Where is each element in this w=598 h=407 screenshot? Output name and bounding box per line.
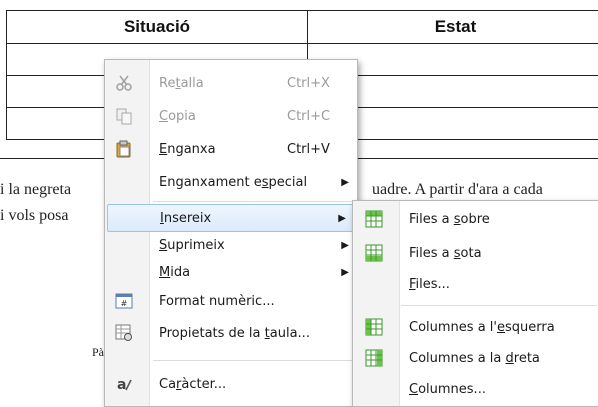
columns-left-icon xyxy=(365,318,383,336)
body-text-line-1-right: uadre. A partir d'ara a cada xyxy=(372,181,543,199)
menu-item-label: Propietats de la taula... xyxy=(159,326,310,341)
menu-item-label: Copia xyxy=(159,109,196,124)
scissors-icon xyxy=(115,74,133,92)
table-header-estat: Estat xyxy=(308,11,598,44)
menu-item-size[interactable]: Mida ▶ xyxy=(105,258,357,286)
menu-item-label: Caràcter... xyxy=(159,377,226,392)
menu-item-label: Files a sobre xyxy=(409,212,490,227)
menu-item-copy[interactable]: Copia Ctrl+C xyxy=(105,102,357,130)
menu-item-label: Files... xyxy=(409,277,450,292)
svg-text:a: a xyxy=(117,377,126,393)
menu-item-label: Enganxament especial xyxy=(159,175,307,190)
body-text-line-1-left: i la negreta xyxy=(0,181,71,199)
insert-submenu: Files a sobre Files a sota Files... Colu… xyxy=(352,200,598,407)
table-header-situacio: Situació xyxy=(7,11,308,44)
menu-item-delete[interactable]: Suprimeix ▶ xyxy=(105,231,357,259)
menu-item-label: Columnes a l'esquerra xyxy=(409,320,555,335)
copy-icon xyxy=(115,107,133,125)
clipboard-icon xyxy=(115,140,133,158)
menu-item-label: Retalla xyxy=(159,76,204,91)
menu-separator xyxy=(153,360,355,361)
submenu-item-columns[interactable]: Columnes... xyxy=(353,375,598,403)
menu-item-shortcut: Ctrl+V xyxy=(287,142,330,157)
menu-item-cut[interactable]: Retalla Ctrl+X xyxy=(105,69,357,97)
submenu-arrow-icon: ▶ xyxy=(341,240,349,251)
table-properties-icon xyxy=(115,324,133,342)
menu-item-label: Format numèric... xyxy=(159,294,275,309)
context-menu: Retalla Ctrl+X Copia Ctrl+C Enganxa Ctrl… xyxy=(104,59,358,407)
menu-item-label: Columnes... xyxy=(409,382,486,397)
submenu-item-rows-below[interactable]: Files a sota xyxy=(353,239,598,267)
submenu-arrow-icon: ▶ xyxy=(341,267,349,278)
menu-item-label: Mida xyxy=(159,265,190,280)
svg-text:#: # xyxy=(121,299,128,308)
menu-item-label: Enganxa xyxy=(159,142,216,157)
menu-item-label: Insereix xyxy=(160,211,211,226)
menu-item-label: Suprimeix xyxy=(159,238,225,253)
menu-item-shortcut: Ctrl+C xyxy=(287,109,330,124)
number-format-icon: # xyxy=(115,292,133,310)
submenu-arrow-icon: ▶ xyxy=(341,177,349,188)
menu-item-paste[interactable]: Enganxa Ctrl+V xyxy=(105,135,357,163)
submenu-item-rows[interactable]: Files... xyxy=(353,270,598,298)
menu-item-shortcut: Ctrl+X xyxy=(287,76,330,91)
rows-below-icon xyxy=(365,244,383,262)
menu-item-paste-special[interactable]: Enganxament especial ▶ xyxy=(105,168,357,196)
menu-item-insert[interactable]: Insereix ▶ xyxy=(107,204,355,232)
submenu-item-columns-left[interactable]: Columnes a l'esquerra xyxy=(353,313,598,341)
body-text-line-2-left: i vols posa xyxy=(0,207,68,225)
character-icon: a xyxy=(115,375,133,393)
menu-item-table-properties[interactable]: Propietats de la taula... xyxy=(105,319,357,347)
rows-above-icon xyxy=(365,210,383,228)
submenu-item-columns-right[interactable]: Columnes a la dreta xyxy=(353,344,598,372)
menu-item-label: Files a sota xyxy=(409,246,482,261)
columns-right-icon xyxy=(365,349,383,367)
submenu-arrow-icon: ▶ xyxy=(338,213,346,224)
menu-separator xyxy=(401,305,597,306)
menu-item-label: Columnes a la dreta xyxy=(409,351,540,366)
menu-separator xyxy=(153,201,355,202)
submenu-item-rows-above[interactable]: Files a sobre xyxy=(353,205,598,233)
menu-item-character[interactable]: a Caràcter... xyxy=(105,370,357,398)
menu-item-number-format[interactable]: # Format numèric... xyxy=(105,287,357,315)
